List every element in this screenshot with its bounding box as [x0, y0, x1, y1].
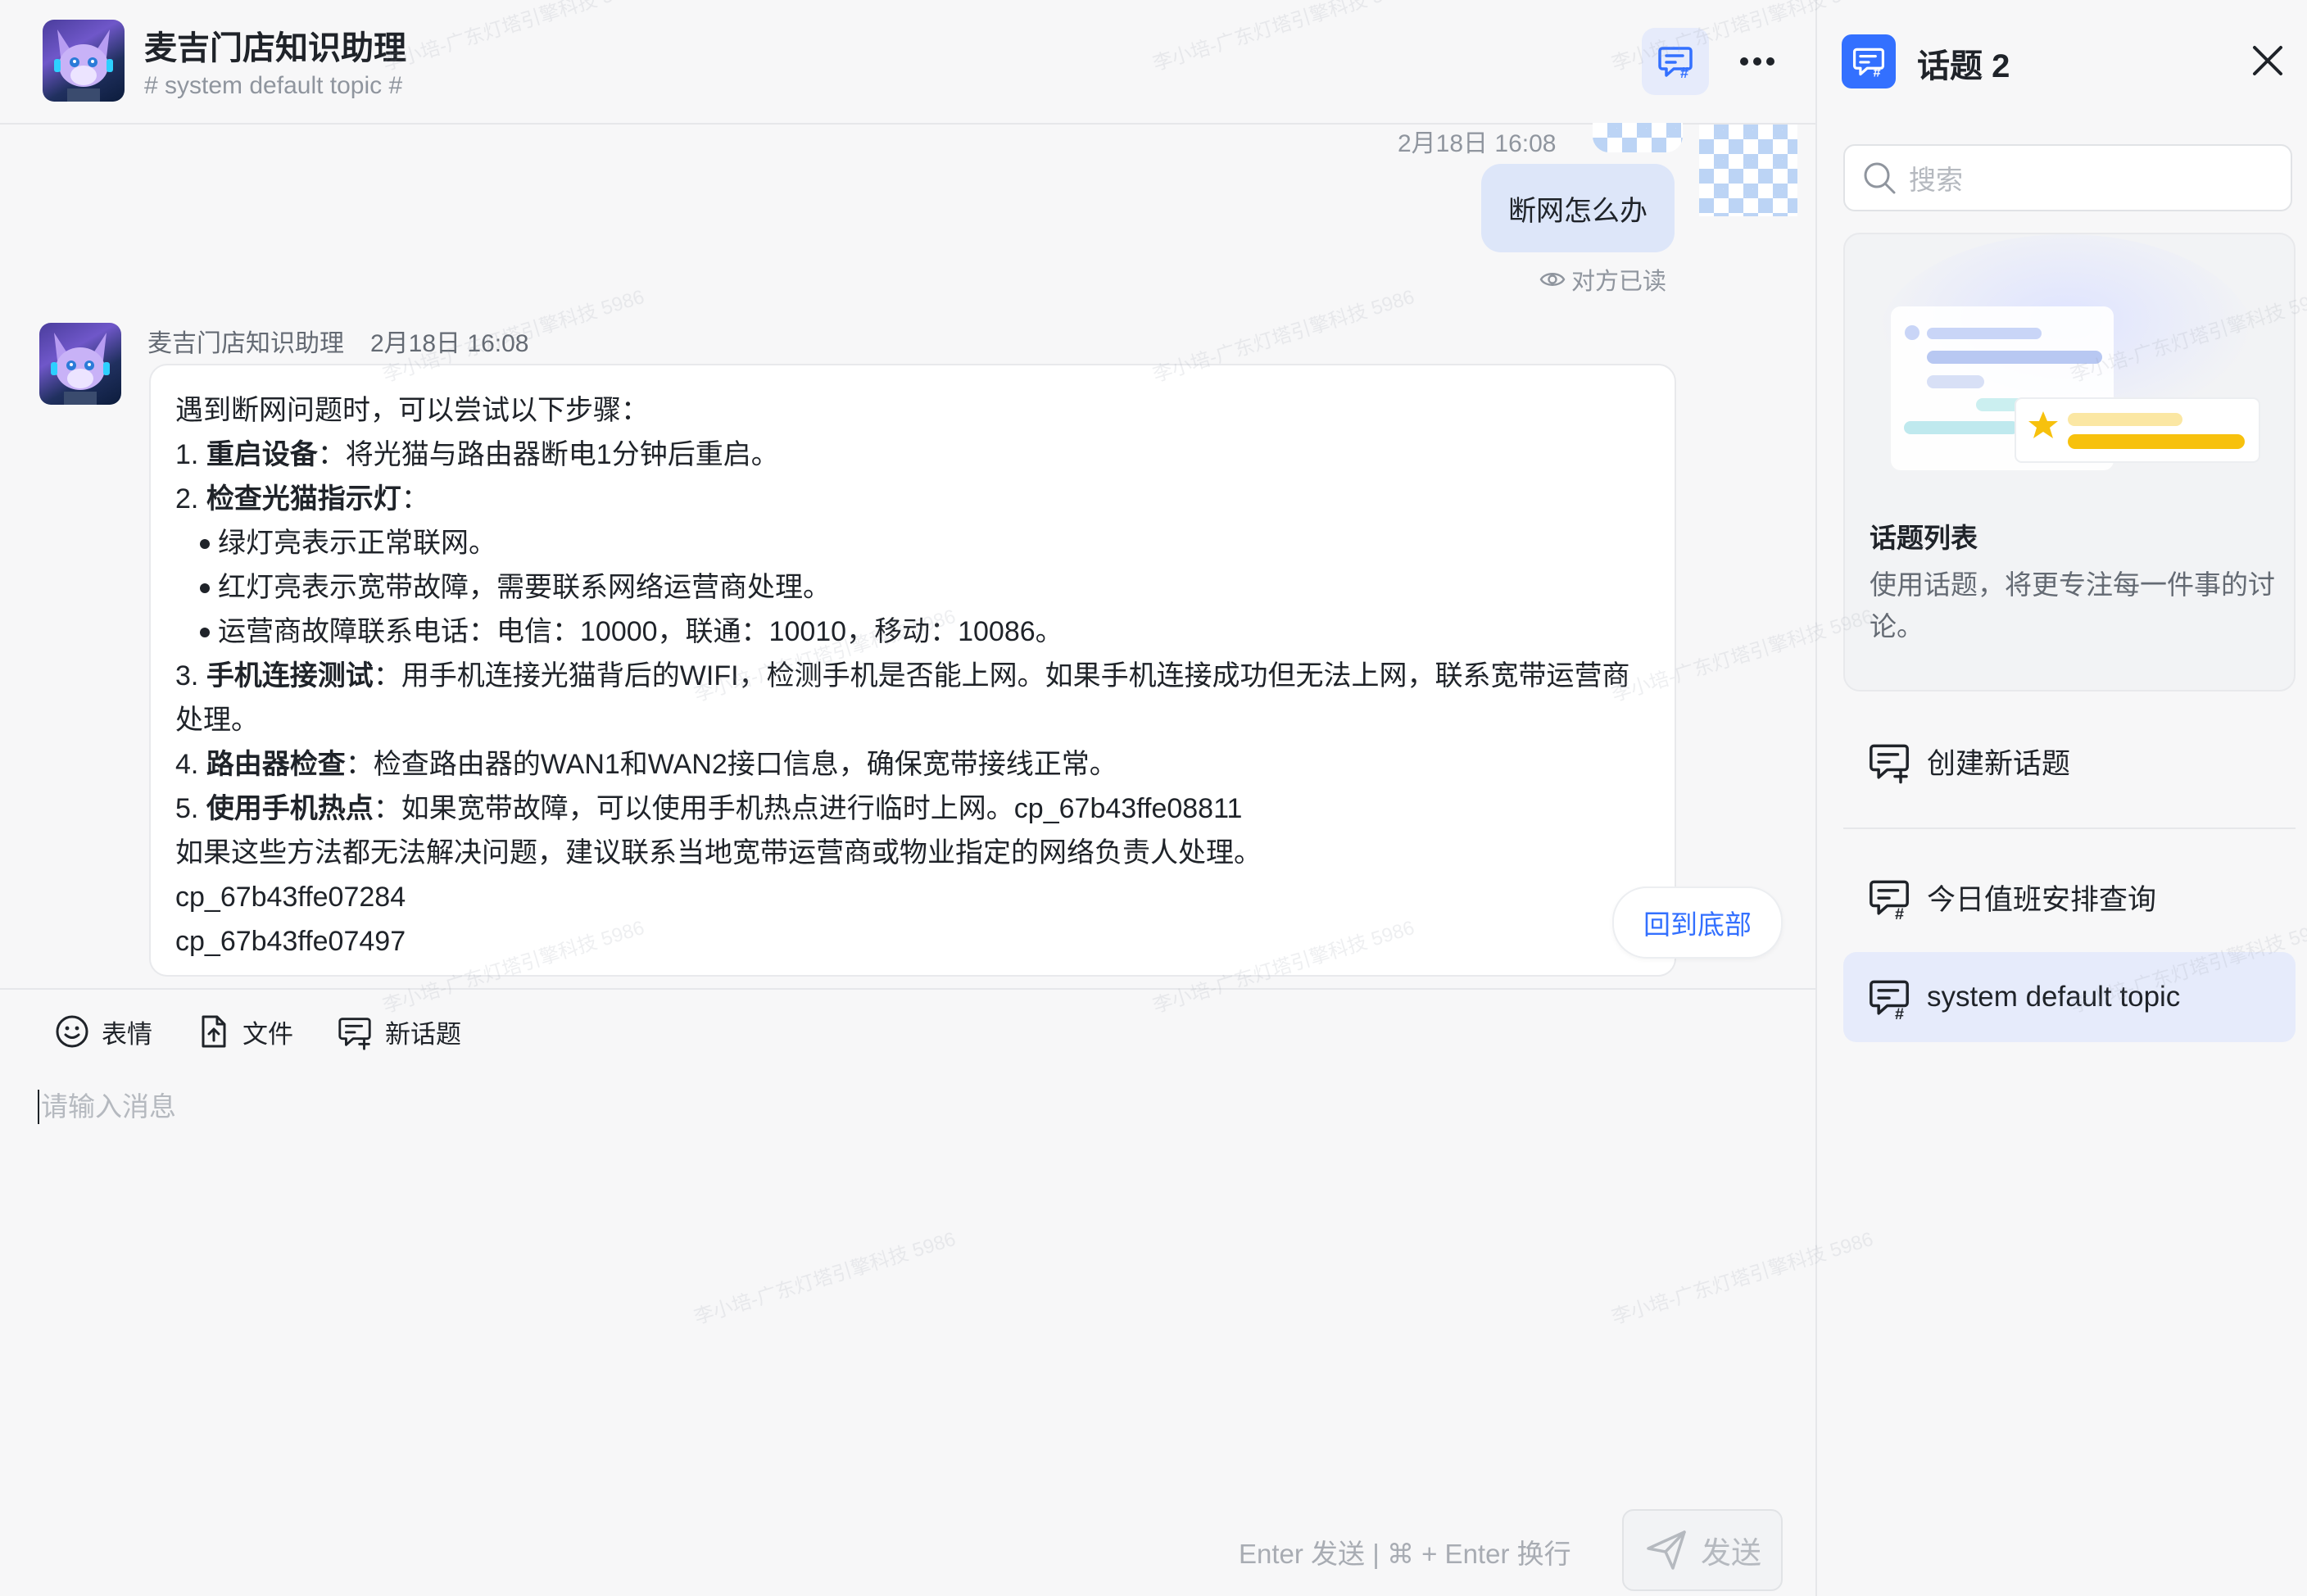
send-label: 发送 — [1701, 1536, 1761, 1570]
step-number: 1. — [175, 439, 206, 470]
close-topic-panel-button[interactable] — [2243, 36, 2292, 85]
emoji-label: 表情 — [102, 1019, 152, 1049]
file-label: 文件 — [242, 1019, 293, 1049]
bot-avatar[interactable] — [43, 20, 125, 102]
topic-badge: # — [1842, 34, 1896, 88]
topic-intro-description: 使用话题，将更专注每一件事的讨论。 — [1870, 569, 2275, 642]
more-dots-icon — [1740, 57, 1774, 66]
reference-id: cp_67b43ffe07497 — [175, 926, 406, 957]
topic-item-label: 今日值班安排查询 — [1927, 883, 2157, 916]
topic-icon: # — [1852, 48, 1885, 79]
new-topic-label: 新话题 — [385, 1019, 461, 1049]
answer-step-5: 5. 使用手机热点：如果宽带故障，可以使用手机热点进行临时上网。cp_67b43… — [175, 787, 1650, 831]
topic-list-illustration — [1878, 234, 2260, 470]
step-number: 2. — [175, 483, 206, 515]
svg-text:#: # — [1874, 65, 1881, 79]
topic-panel-toggle-button[interactable]: # — [1642, 28, 1709, 95]
topic-item-system-default[interactable]: # system default topic — [1843, 952, 2296, 1042]
step-title: 路由器检查 — [206, 749, 346, 780]
create-topic-label: 创建新话题 — [1927, 747, 2071, 780]
sidebar-divider — [1843, 827, 2296, 829]
answer-intro: 遇到断网问题时，可以尝试以下步骤： — [175, 395, 649, 426]
topic-item-duty-schedule[interactable]: # 今日值班安排查询 — [1843, 852, 2296, 942]
bot-message-bubble: 遇到断网问题时，可以尝试以下步骤： 1. 重启设备：将光猫与路由器断电1分钟后重… — [149, 364, 1676, 977]
user-avatar[interactable] — [1699, 125, 1797, 216]
step-title: 重启设备 — [206, 439, 318, 470]
paper-plane-icon — [1647, 1530, 1686, 1570]
chat-title: 麦吉门店知识助理 — [144, 30, 406, 66]
topic-intro-title: 话题列表 — [1870, 523, 1978, 553]
bot-message-avatar[interactable] — [39, 323, 121, 405]
step-number: 5. — [175, 793, 206, 824]
topic-icon: # — [1658, 47, 1693, 81]
close-icon — [2253, 46, 2282, 75]
smile-icon — [56, 1015, 88, 1048]
emoji-button[interactable]: 表情 — [54, 1013, 152, 1050]
bot-name: 麦吉门店知识助理 — [147, 330, 344, 357]
answer-closing: 如果这些方法都无法解决问题，建议联系当地宽带运营商或物业指定的网络负责人处理。 — [175, 837, 1262, 868]
step-text: ：将光猫与路由器断电1分钟后重启。 — [317, 439, 779, 470]
scroll-to-bottom-button[interactable]: 回到底部 — [1612, 886, 1783, 959]
user-message-time: 2月18日 16:08 — [1398, 130, 1557, 157]
bullet-item: 绿灯亮表示正常联网。 — [175, 521, 1650, 565]
bot-message-meta: 麦吉门店知识助理 2月18日 16:08 — [147, 323, 528, 359]
svg-text:#: # — [1680, 65, 1688, 81]
chat-panel: 麦吉门店知识助理 # system default topic # # 2月18… — [0, 0, 1815, 1596]
new-topic-icon — [1870, 744, 1909, 784]
svg-text:#: # — [1895, 1005, 1904, 1020]
topic-sidebar: # 话题 2 搜索 话题列表 使用话题，将更专注每一件事的讨论。 创建新话题 #… — [1815, 0, 2307, 1596]
step-title: 检查光猫指示灯 — [206, 483, 401, 515]
search-placeholder: 搜索 — [1909, 165, 1963, 195]
user-message-bubble: 断网怎么办 — [1481, 164, 1675, 252]
bot-message-time: 2月18日 16:08 — [370, 330, 529, 357]
step-number: 3. — [175, 660, 206, 691]
answer-step-4: 4. 路由器检查：检查路由器的WAN1和WAN2接口信息，确保宽带接线正常。 — [175, 742, 1650, 787]
chat-header: 麦吉门店知识助理 # system default topic # # — [0, 0, 1815, 125]
current-topic-label: # system default topic # — [144, 72, 403, 99]
search-icon — [1864, 162, 1896, 194]
reference-id: cp_67b43ffe07284 — [175, 882, 406, 913]
topic-item-label: system default topic — [1927, 981, 2181, 1013]
step-text: ：用手机连接光猫背后的WIFI，检测手机是否能上网。如果手机连接成功但无法上网，… — [175, 660, 1630, 736]
new-topic-icon — [338, 1018, 371, 1050]
read-status: 对方已读 — [1539, 262, 1666, 297]
create-topic-button[interactable]: 创建新话题 — [1843, 716, 2296, 806]
composer-divider — [0, 988, 1815, 990]
message-input[interactable]: 请输入消息 — [38, 1090, 176, 1124]
bullet-item: 运营商故障联系电话：电信：10000，联通：10010，移动：10086。 — [175, 610, 1650, 654]
send-button[interactable]: 发送 — [1622, 1509, 1783, 1591]
topic-icon: # — [1870, 880, 1909, 920]
answer-step-2: 2. 检查光猫指示灯： — [175, 477, 1650, 521]
step-text: ：检查路由器的WAN1和WAN2接口信息，确保宽带接线正常。 — [345, 749, 1117, 780]
read-status-text: 对方已读 — [1571, 269, 1667, 295]
topic-search-input[interactable]: 搜索 — [1843, 144, 2292, 211]
fox-avatar-icon — [54, 29, 113, 102]
answer-step-3: 3. 手机连接测试：用手机连接光猫背后的WIFI，检测手机是否能上网。如果手机连… — [175, 654, 1650, 742]
answer-step-1: 1. 重启设备：将光猫与路由器断电1分钟后重启。 — [175, 433, 1650, 477]
step-number: 4. — [175, 749, 206, 780]
step-title: 使用手机热点 — [206, 793, 374, 824]
more-options-button[interactable] — [1724, 28, 1791, 95]
topic-panel-title: 话题 2 — [1917, 48, 2010, 84]
topic-icon: # — [1870, 980, 1909, 1020]
bullet-item: 红灯亮表示宽带故障，需要联系网络运营商处理。 — [175, 565, 1650, 610]
fox-avatar-icon — [51, 333, 110, 405]
composer-toolbar: 表情 文件 新话题 — [54, 1013, 461, 1050]
svg-text:#: # — [1895, 905, 1904, 920]
new-topic-button[interactable]: 新话题 — [336, 1013, 461, 1050]
step-text: ：如果宽带故障，可以使用手机热点进行临时上网。cp_67b43ffe08811 — [373, 793, 1243, 824]
eye-icon — [1539, 273, 1566, 286]
step-text: ： — [401, 483, 429, 515]
topic-intro-card: 话题列表 使用话题，将更专注每一件事的讨论。 — [1843, 233, 2296, 691]
file-button[interactable]: 文件 — [195, 1013, 293, 1050]
step-title: 手机连接测试 — [206, 660, 374, 691]
file-upload-icon — [202, 1015, 226, 1048]
decorative-pattern — [1593, 123, 1683, 152]
send-shortcut-hint: Enter 发送 | ⌘ + Enter 换行 — [1239, 1539, 1571, 1569]
